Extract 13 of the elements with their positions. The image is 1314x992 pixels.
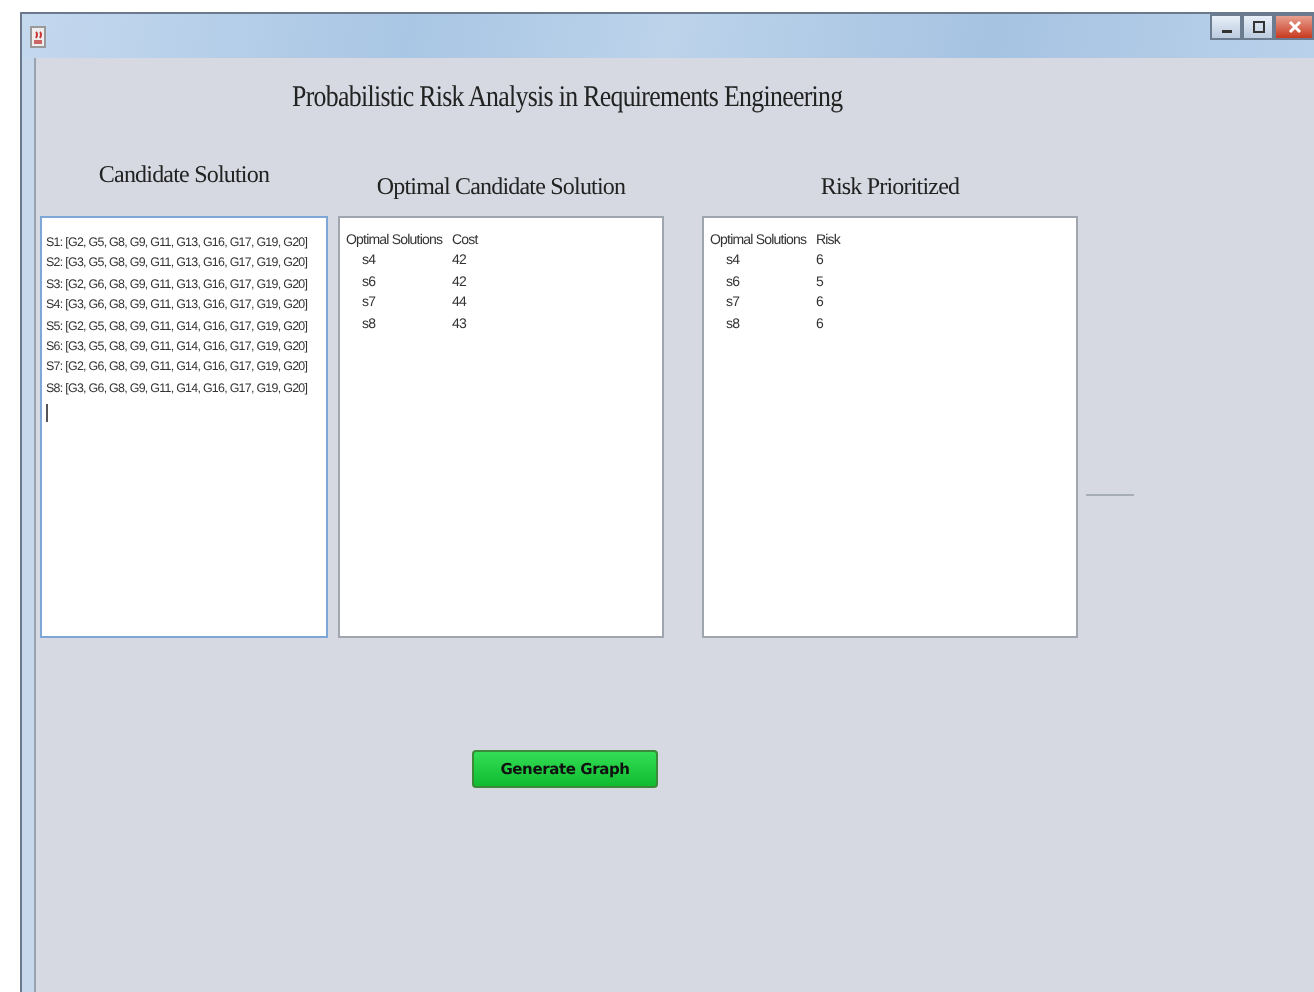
- maximize-icon: [1251, 20, 1265, 34]
- text-cursor: [46, 404, 48, 423]
- panel-heading: Candidate Solution: [98, 160, 270, 192]
- text-area[interactable]: [40, 216, 328, 638]
- maximize-button[interactable]: [1242, 14, 1274, 40]
- coffee-cup-icon: [30, 25, 46, 47]
- app-title: Probabilistic Risk Analysis in Requirements Engineering: [292, 82, 843, 116]
- panel-heading: Risk Prioritized: [820, 172, 960, 204]
- close-button[interactable]: [1274, 14, 1314, 40]
- close-icon: [1287, 20, 1301, 34]
- separator-line: [1086, 494, 1134, 496]
- panel-heading: Optimal Candidate Solution: [376, 172, 626, 204]
- minimize-button[interactable]: [1210, 14, 1242, 40]
